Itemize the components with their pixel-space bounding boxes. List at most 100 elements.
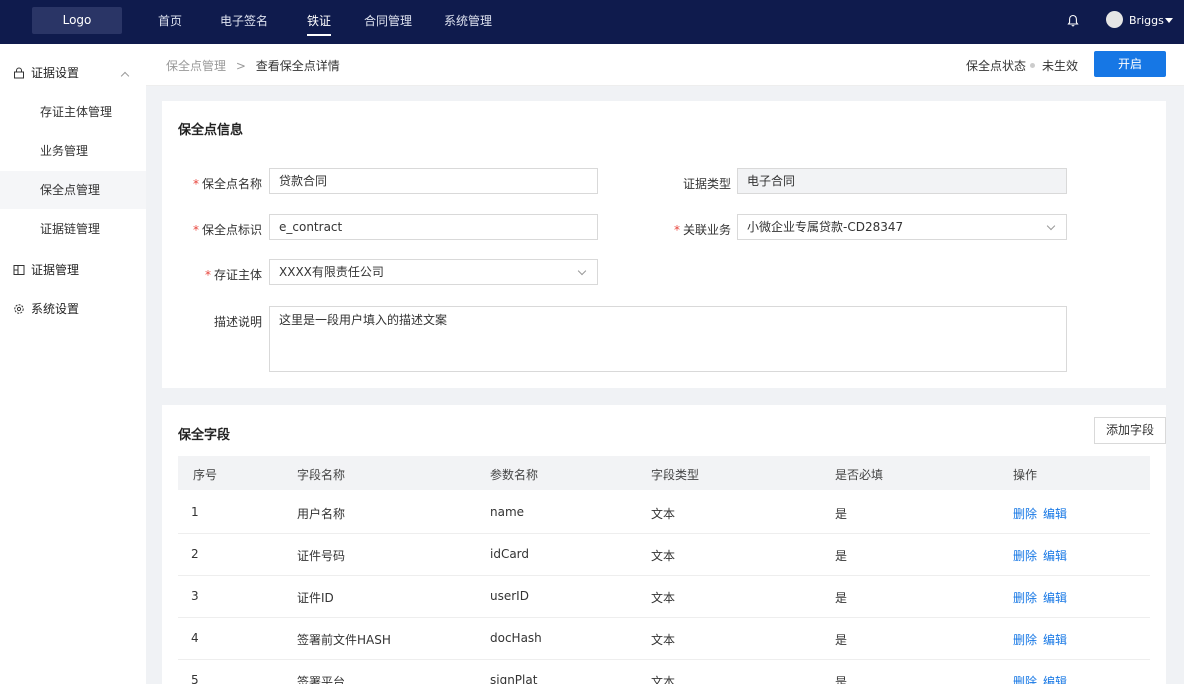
cell-required: 是 (835, 549, 848, 563)
nav-system-management[interactable]: 系统管理 (444, 0, 492, 44)
sidebar-group-system-settings[interactable]: 系统设置 (13, 299, 79, 319)
chevron-down-icon (577, 266, 587, 276)
delete-link[interactable]: 删除 (1013, 673, 1037, 684)
open-button[interactable]: 开启 (1094, 51, 1166, 77)
avatar[interactable] (1106, 11, 1123, 28)
status-label: 保全点状态 (966, 59, 1027, 73)
header-index: 序号 (193, 468, 218, 482)
nav-e-signature[interactable]: 电子签名 (220, 0, 268, 44)
table-row: 1 用户名称 name 文本 是 删除 编辑 (178, 491, 1150, 534)
nav-contract-management[interactable]: 合同管理 (364, 0, 412, 44)
cell-field-type: 文本 (651, 633, 676, 647)
header-field-name: 字段名称 (297, 468, 346, 482)
cell-field-name: 签署前文件HASH (297, 633, 391, 647)
folder-icon (13, 265, 25, 275)
chevron-down-icon[interactable] (1165, 18, 1173, 23)
sidebar-group-label: 证据设置 (31, 66, 80, 80)
breadcrumb-parent[interactable]: 保全点管理 (166, 59, 226, 73)
sidebar-item-preservation-point[interactable]: 保全点管理 (0, 171, 146, 209)
header-actions: 操作 (1013, 468, 1038, 482)
type-field: 电子合同 (737, 168, 1067, 194)
edit-link[interactable]: 编辑 (1043, 631, 1067, 648)
cell-required: 是 (835, 633, 848, 647)
breadcrumb-current: 查看保全点详情 (255, 59, 340, 73)
lock-icon (14, 67, 24, 79)
logo[interactable]: Logo (32, 7, 122, 34)
subject-label: * 存证主体 (204, 268, 262, 282)
delete-link[interactable]: 删除 (1013, 547, 1037, 564)
biz-label: * 关联业务 (673, 223, 731, 237)
sidebar-item-subject-management[interactable]: 存证主体管理 (0, 93, 146, 131)
sidebar: 证据设置 存证主体管理 业务管理 保全点管理 证据链管理 证据管理 系统设置 (0, 44, 146, 684)
table-row: 2 证件号码 idCard 文本 是 删除 编辑 (178, 533, 1150, 576)
cell-index: 2 (191, 547, 199, 561)
table-row: 4 签署前文件HASH docHash 文本 是 删除 编辑 (178, 617, 1150, 660)
cell-index: 1 (191, 505, 199, 519)
breadcrumb-separator: > (235, 59, 246, 73)
id-input[interactable]: e_contract (269, 214, 598, 240)
chevron-down-icon (1046, 221, 1056, 231)
desc-label: 描述说明 (213, 315, 262, 329)
delete-link[interactable]: 删除 (1013, 589, 1037, 606)
cell-index: 5 (191, 673, 199, 684)
table-row: 3 证件ID userID 文本 是 删除 编辑 (178, 575, 1150, 618)
user-name[interactable]: Briggs (1129, 14, 1164, 27)
cell-param-name: docHash (490, 631, 542, 645)
add-field-button[interactable]: 添加字段 (1094, 417, 1166, 444)
cell-field-type: 文本 (651, 549, 676, 563)
id-label: * 保全点标识 (192, 223, 262, 237)
delete-link[interactable]: 删除 (1013, 631, 1037, 648)
status-badge: 未生效 (1042, 59, 1079, 73)
breadcrumb: 保全点管理 > 查看保全点详情 (166, 57, 340, 74)
cell-field-name: 证件号码 (297, 549, 346, 563)
cell-field-type: 文本 (651, 591, 676, 605)
sidebar-group-label: 系统设置 (31, 302, 80, 316)
type-label: 证据类型 (682, 177, 731, 191)
bell-icon[interactable] (1066, 14, 1080, 28)
edit-link[interactable]: 编辑 (1043, 589, 1067, 606)
sidebar-item-evidence-chain[interactable]: 证据链管理 (0, 210, 146, 248)
chevron-up-icon[interactable] (120, 71, 130, 81)
top-navbar: Logo 首页 电子签名 铁证 合同管理 系统管理 Briggs (0, 0, 1184, 44)
cell-field-name: 用户名称 (297, 507, 346, 521)
cell-param-name: userID (490, 589, 529, 603)
description-textarea[interactable]: 这里是一段用户填入的描述文案 (269, 306, 1067, 372)
header-required: 是否必填 (835, 468, 884, 482)
subject-select[interactable]: XXXX有限责任公司 (269, 259, 598, 285)
sidebar-group-label: 证据管理 (31, 263, 80, 277)
cell-index: 3 (191, 589, 199, 603)
cell-param-name: name (490, 505, 525, 519)
cell-required: 是 (835, 507, 848, 521)
status-dot (1030, 63, 1035, 68)
name-input[interactable]: 贷款合同 (269, 168, 598, 194)
edit-link[interactable]: 编辑 (1043, 505, 1067, 522)
info-card: 保全点信息 * 保全点名称 贷款合同 证据类型 电子合同 * 保全点标识 e_con… (162, 101, 1166, 388)
header-field-type: 字段类型 (651, 468, 700, 482)
edit-link[interactable]: 编辑 (1043, 673, 1067, 684)
cell-field-name: 签署平台 (297, 675, 346, 684)
cell-param-name: signPlat (490, 673, 538, 684)
table-row: 5 签署平台 signPlat 文本 是 删除 编辑 (178, 659, 1150, 684)
name-label: * 保全点名称 (192, 177, 262, 191)
cell-field-type: 文本 (651, 507, 676, 521)
cell-field-type: 文本 (651, 675, 676, 684)
delete-link[interactable]: 删除 (1013, 505, 1037, 522)
fields-card: 保全字段 添加字段 序号 字段名称 参数名称 字段类型 是否必填 操作 1 用户… (162, 405, 1166, 684)
breadcrumb-bar: 保全点管理 > 查看保全点详情 保全点状态 未生效 开启 (146, 44, 1184, 86)
cell-required: 是 (835, 591, 848, 605)
sidebar-group-evidence-management[interactable]: 证据管理 (13, 260, 79, 280)
business-select-value: 小微企业专属贷款-CD28347 (747, 220, 904, 234)
gear-icon (14, 304, 24, 314)
edit-link[interactable]: 编辑 (1043, 547, 1067, 564)
info-card-title: 保全点信息 (178, 123, 244, 138)
cell-param-name: idCard (490, 547, 530, 561)
nav-home[interactable]: 首页 (158, 0, 182, 44)
sidebar-item-business-management[interactable]: 业务管理 (0, 132, 146, 170)
cell-required: 是 (835, 675, 848, 684)
cell-field-name: 证件ID (297, 591, 334, 605)
subject-select-value: XXXX有限责任公司 (279, 265, 384, 279)
business-select[interactable]: 小微企业专属贷款-CD28347 (737, 214, 1067, 240)
sidebar-group-evidence-settings[interactable]: 证据设置 (13, 63, 79, 83)
nav-evidence[interactable]: 铁证 (307, 0, 332, 36)
table-header: 序号 字段名称 参数名称 字段类型 是否必填 操作 (178, 456, 1150, 490)
